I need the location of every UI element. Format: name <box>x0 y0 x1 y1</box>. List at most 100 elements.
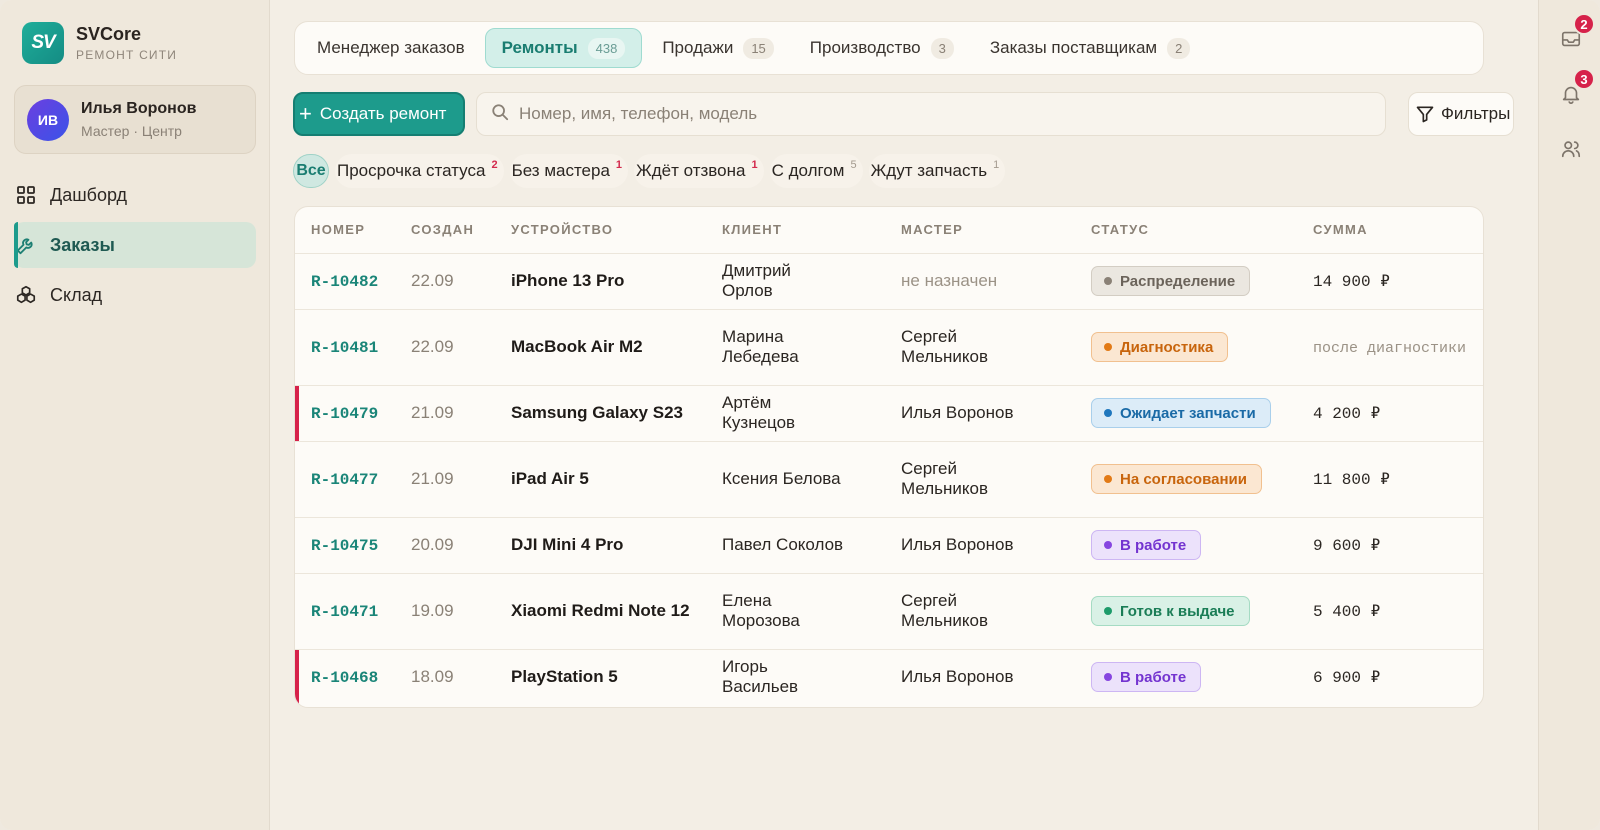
order-number-link[interactable]: R-10468 <box>311 669 378 687</box>
column-header-client[interactable]: КЛИЕНТ <box>706 207 885 254</box>
amount: 14 900 ₽ <box>1313 273 1390 291</box>
user-card[interactable]: ИВ Илья Воронов Мастер · Центр <box>14 85 256 154</box>
status-dot-icon <box>1104 409 1112 417</box>
order-number-link[interactable]: R-10475 <box>311 537 378 555</box>
chip-label: С долгом <box>771 161 845 180</box>
brand[interactable]: SV SVCore РЕМОНТ СИТИ <box>22 22 177 64</box>
status-dot-icon <box>1104 673 1112 682</box>
table-row[interactable]: R-10479 21.09 Samsung Galaxy S23 Артём Кузн… <box>295 385 1483 442</box>
chip-awaiting-callback[interactable]: Ждёт отзвона 1 <box>634 154 764 188</box>
chip-count: 1 <box>993 159 1000 171</box>
boxes-icon <box>14 283 38 307</box>
tab-sales[interactable]: Продажи 15 <box>646 28 789 68</box>
chip-count: 5 <box>850 159 857 171</box>
table-row[interactable]: R-10468 18.09 PlayStation 5 Игорь Васильев И… <box>295 649 1483 705</box>
search-input[interactable] <box>519 104 1379 124</box>
status-label: В работе <box>1120 668 1187 686</box>
status-badge[interactable]: Ожидает запчасти <box>1091 398 1271 428</box>
column-header-status[interactable]: СТАТУС <box>1075 207 1297 254</box>
created-date: 18.09 <box>411 667 454 687</box>
column-header-master[interactable]: МАСТЕР <box>885 207 1075 254</box>
tab-order-manager[interactable]: Менеджер заказов <box>301 28 481 68</box>
status-badge[interactable]: В работе <box>1091 530 1202 560</box>
order-number-link[interactable]: R-10479 <box>311 405 378 423</box>
amount: 6 900 ₽ <box>1313 669 1381 688</box>
brand-subtitle: РЕМОНТ СИТИ <box>76 48 178 62</box>
inbox-badge: 2 <box>1573 13 1595 35</box>
filters-button[interactable]: Фильтры <box>1408 92 1514 136</box>
tab-supplier-orders[interactable]: Заказы поставщикам 2 <box>974 28 1206 68</box>
client-name: Павел Соколов <box>722 535 844 554</box>
team-button[interactable] <box>1559 139 1583 163</box>
status-badge[interactable]: Распределение <box>1091 266 1251 296</box>
master-name: Илья Воронов <box>901 667 1014 687</box>
tab-repairs[interactable]: Ремонты 438 <box>484 28 643 68</box>
table-row[interactable]: R-10475 20.09 DJI Mini 4 Pro Павел Соколов И… <box>295 517 1483 574</box>
status-label: Ожидает запчасти <box>1120 404 1256 422</box>
table-row[interactable]: R-10471 19.09 Xiaomi Redmi Note 12 Елена Мо… <box>295 573 1483 650</box>
sidebar-item-warehouse[interactable]: Склад <box>14 272 256 318</box>
device-name: Samsung Galaxy S23 <box>511 403 683 422</box>
table-row[interactable]: R-10481 22.09 MacBook Air M2 Марина Лебедев… <box>295 309 1483 386</box>
device-name: PlayStation 5 <box>511 667 618 687</box>
status-badge[interactable]: Готов к выдаче <box>1091 596 1250 626</box>
status-label: В работе <box>1120 536 1187 554</box>
order-number-link[interactable]: R-10477 <box>311 471 378 489</box>
sidebar-item-dashboard[interactable]: Дашборд <box>14 172 256 218</box>
users-icon <box>1560 138 1582 165</box>
tab-label: Производство <box>809 38 921 57</box>
tab-count: 2 <box>1167 37 1191 59</box>
grid-icon <box>14 183 38 207</box>
table-row[interactable]: R-10482 22.09 iPhone 13 Pro Дмитрий Орлов не… <box>295 253 1483 310</box>
plus-icon: + <box>299 101 312 126</box>
create-repair-button[interactable]: + Создать ремонт <box>293 92 465 136</box>
amount: 11 800 ₽ <box>1313 471 1390 489</box>
chip-awaiting-part[interactable]: Ждут запчасть 1 <box>868 154 1006 188</box>
order-number-link[interactable]: R-10482 <box>311 273 378 291</box>
chip-no-master[interactable]: Без мастера 1 <box>509 154 629 188</box>
status-badge[interactable]: Диагностика <box>1091 332 1229 362</box>
master-name: Сергей Мельников <box>901 327 989 366</box>
inbox-button[interactable]: 2 <box>1559 13 1595 53</box>
filters-label: Фильтры <box>1441 104 1511 123</box>
master-name: не назначен <box>901 271 998 290</box>
user-name: Илья Воронов <box>81 100 197 117</box>
repairs-table-card: НОМЕР СОЗДАН УСТРОЙСТВО КЛИЕНТ МАСТЕР СТ… <box>294 206 1484 708</box>
created-date: 20.09 <box>411 535 454 554</box>
status-badge[interactable]: В работе <box>1091 662 1202 693</box>
search-icon <box>491 103 509 126</box>
quick-filter-chips: Все Просрочка статуса 2 Без мастера 1 Жд… <box>293 154 1011 188</box>
notifications-button[interactable]: 3 <box>1559 68 1595 108</box>
sidebar-item-label: Склад <box>50 284 103 305</box>
column-header-created[interactable]: СОЗДАН <box>395 207 495 254</box>
column-header-device[interactable]: УСТРОЙСТВО <box>495 207 706 254</box>
amount: 5 400 ₽ <box>1313 603 1381 621</box>
device-name: iPad Air 5 <box>511 469 589 488</box>
notifications-badge: 3 <box>1573 68 1595 90</box>
column-header-amount[interactable]: СУММА <box>1297 207 1483 254</box>
master-name: Илья Воронов <box>901 535 1014 554</box>
client-name: Ксения Белова <box>722 469 841 488</box>
filter-icon <box>1415 104 1435 124</box>
column-header-number[interactable]: НОМЕР <box>295 207 395 254</box>
sidebar-item-orders[interactable]: Заказы <box>14 222 256 268</box>
user-role: Мастер · Центр <box>81 123 182 139</box>
brand-logo: SV <box>22 22 64 64</box>
order-number-link[interactable]: R-10481 <box>311 339 378 357</box>
chip-overdue-status[interactable]: Просрочка статуса 2 <box>335 154 504 188</box>
tab-count: 3 <box>930 37 954 59</box>
device-name: DJI Mini 4 Pro <box>511 535 624 554</box>
table-row[interactable]: R-10477 21.09 iPad Air 5 Ксения Белова Серге… <box>295 441 1483 518</box>
chip-all[interactable]: Все <box>293 154 329 188</box>
status-badge[interactable]: На согласовании <box>1091 464 1262 494</box>
tab-production[interactable]: Производство 3 <box>794 28 970 68</box>
created-date: 21.09 <box>411 469 454 488</box>
right-rail: 2 3 <box>1538 0 1600 830</box>
created-date: 22.09 <box>411 271 454 290</box>
order-number-link[interactable]: R-10471 <box>311 603 378 621</box>
created-date: 21.09 <box>411 403 454 422</box>
chip-with-debt[interactable]: С долгом 5 <box>769 154 863 188</box>
status-dot-icon <box>1104 541 1112 549</box>
client-name: Елена Морозова <box>722 591 800 630</box>
master-name: Илья Воронов <box>901 403 1014 422</box>
